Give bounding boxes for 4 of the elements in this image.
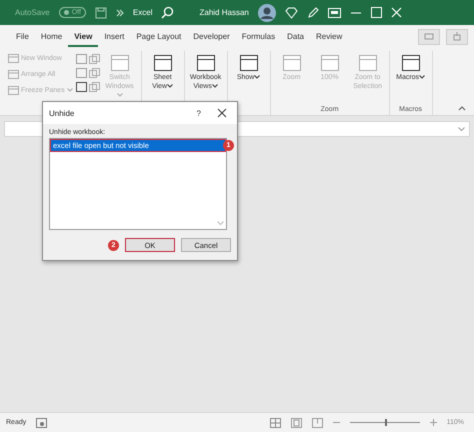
dialog-title: Unhide: [49, 108, 74, 118]
user-name: Zahid Hassan: [199, 8, 249, 17]
autosave-label: AutoSave: [15, 8, 50, 17]
app-name: Excel: [132, 8, 152, 17]
